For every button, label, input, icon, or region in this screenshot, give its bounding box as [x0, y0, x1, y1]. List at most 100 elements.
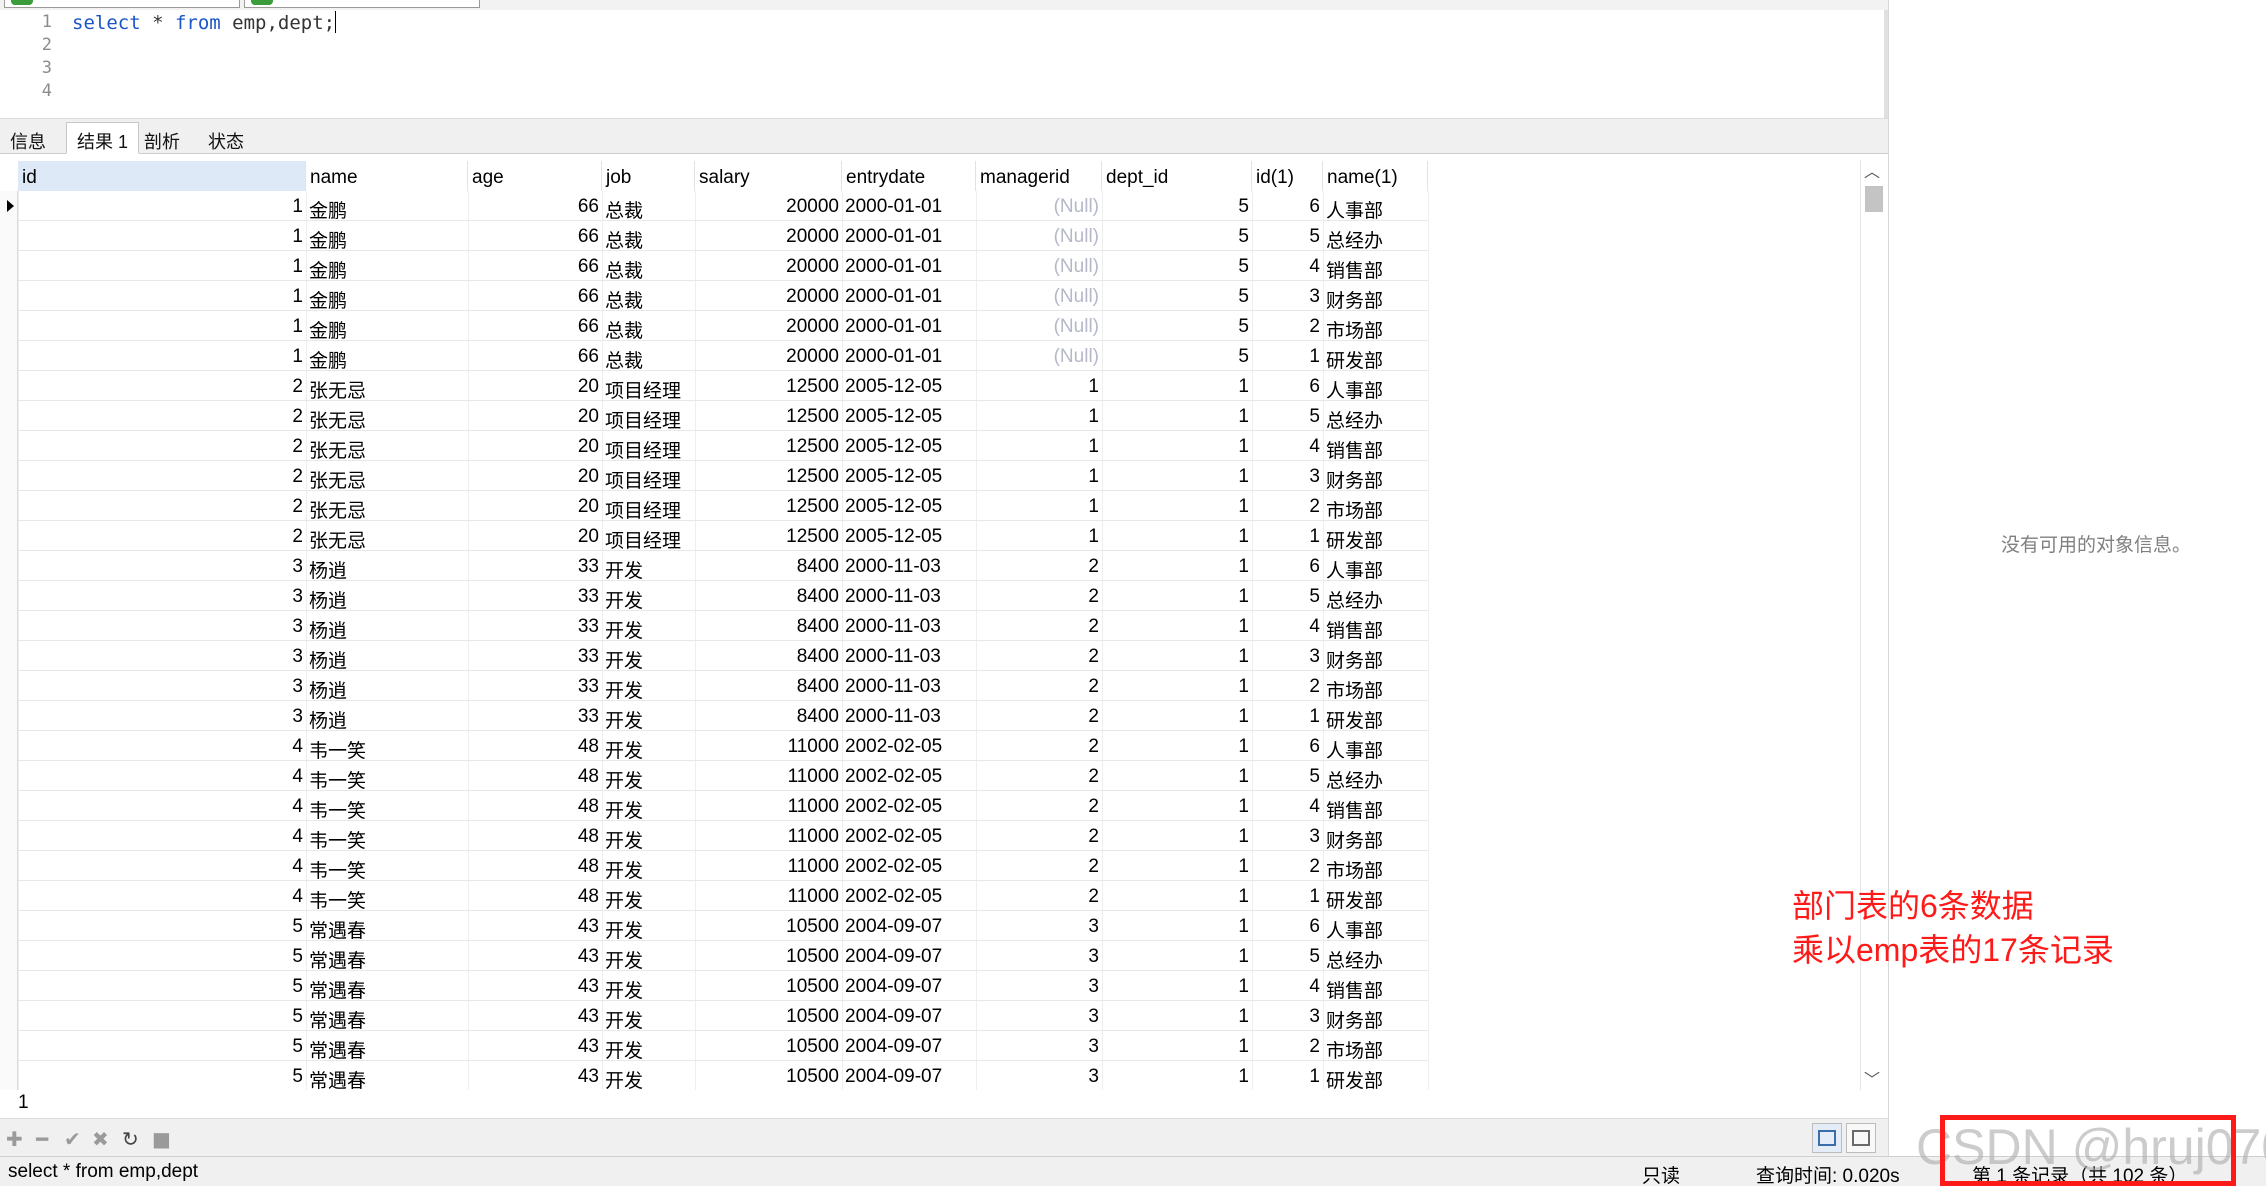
table-cell[interactable]: 开发 [602, 1061, 695, 1090]
table-cell[interactable]: 开发 [602, 1031, 695, 1061]
table-cell[interactable]: 20000 [695, 221, 842, 251]
form-view-button[interactable] [1846, 1123, 1876, 1153]
scroll-up-icon[interactable]: ︿ [1864, 158, 1880, 182]
table-cell[interactable]: 11000 [695, 821, 842, 851]
table-cell[interactable]: 1 [1102, 401, 1252, 431]
table-cell[interactable]: 销售部 [1323, 431, 1428, 461]
table-cell[interactable]: 3 [1252, 821, 1323, 851]
table-cell[interactable]: 5 [1252, 581, 1323, 611]
table-cell[interactable]: 4 [1252, 791, 1323, 821]
table-cell[interactable]: 12500 [695, 371, 842, 401]
table-cell[interactable]: 韦一笑 [306, 731, 468, 761]
table-cell[interactable]: 12500 [695, 491, 842, 521]
table-cell[interactable]: 43 [468, 1031, 602, 1061]
table-cell[interactable]: 8400 [695, 701, 842, 731]
column-header[interactable]: dept_id [1102, 161, 1252, 191]
table-cell[interactable]: 33 [468, 551, 602, 581]
table-cell[interactable]: 杨逍 [306, 581, 468, 611]
table-cell[interactable]: 总裁 [602, 191, 695, 221]
table-cell[interactable]: 总裁 [602, 251, 695, 281]
table-cell[interactable]: 2 [1252, 311, 1323, 341]
table-cell[interactable]: 66 [468, 221, 602, 251]
table-cell[interactable]: 3 [1252, 281, 1323, 311]
table-cell[interactable]: 3 [1252, 461, 1323, 491]
grid-view-button[interactable] [1812, 1123, 1842, 1153]
table-cell[interactable]: 开发 [602, 641, 695, 671]
table-cell[interactable]: 人事部 [1323, 551, 1428, 581]
table-cell[interactable]: 项目经理 [602, 431, 695, 461]
tab-2[interactable]: 剖析 [134, 123, 190, 155]
table-cell[interactable]: 项目经理 [602, 371, 695, 401]
table-cell[interactable]: 销售部 [1323, 611, 1428, 641]
table-cell[interactable]: 1 [18, 191, 306, 221]
table-cell[interactable]: 2004-09-07 [842, 971, 976, 1001]
table-cell[interactable]: 20 [468, 371, 602, 401]
table-cell[interactable]: 张无忌 [306, 461, 468, 491]
table-cell[interactable]: 开发 [602, 971, 695, 1001]
table-cell[interactable]: 人事部 [1323, 731, 1428, 761]
table-cell[interactable]: 研发部 [1323, 1061, 1428, 1090]
table-cell[interactable]: 2002-02-05 [842, 761, 976, 791]
table-cell[interactable]: 43 [468, 971, 602, 1001]
table-cell[interactable]: 2 [18, 371, 306, 401]
table-cell[interactable]: 2005-12-05 [842, 461, 976, 491]
table-cell[interactable]: 2 [18, 491, 306, 521]
table-cell[interactable]: 2000-01-01 [842, 221, 976, 251]
table-cell[interactable]: (Null) [976, 311, 1102, 341]
table-cell[interactable]: 财务部 [1323, 641, 1428, 671]
table-cell[interactable]: 48 [468, 851, 602, 881]
table-cell[interactable]: 市场部 [1323, 311, 1428, 341]
table-cell[interactable]: 2 [18, 401, 306, 431]
table-cell[interactable]: 2 [976, 611, 1102, 641]
minus-icon[interactable]: ━ [36, 1127, 48, 1151]
table-cell[interactable]: 33 [468, 641, 602, 671]
table-cell[interactable]: 张无忌 [306, 401, 468, 431]
table-cell[interactable]: 2 [18, 431, 306, 461]
table-cell[interactable]: 3 [1252, 1001, 1323, 1031]
table-cell[interactable]: 2004-09-07 [842, 1001, 976, 1031]
table-cell[interactable]: (Null) [976, 341, 1102, 371]
table-cell[interactable]: 1 [1252, 881, 1323, 911]
table-cell[interactable]: 3 [976, 1031, 1102, 1061]
table-cell[interactable]: 开发 [602, 551, 695, 581]
table-cell[interactable]: 20 [468, 401, 602, 431]
table-cell[interactable]: 2000-01-01 [842, 341, 976, 371]
table-cell[interactable]: 2000-01-01 [842, 191, 976, 221]
table-cell[interactable]: 金鹏 [306, 251, 468, 281]
table-cell[interactable]: 48 [468, 821, 602, 851]
table-cell[interactable]: 2 [976, 731, 1102, 761]
table-cell[interactable]: 1 [976, 461, 1102, 491]
table-cell[interactable]: 1 [1102, 641, 1252, 671]
table-cell[interactable]: 6 [1252, 731, 1323, 761]
table-cell[interactable]: 2 [1252, 671, 1323, 701]
table-cell[interactable]: 66 [468, 281, 602, 311]
table-cell[interactable]: 2005-12-05 [842, 491, 976, 521]
tab-3[interactable]: 状态 [198, 123, 254, 155]
table-cell[interactable]: 4 [18, 851, 306, 881]
table-cell[interactable]: 销售部 [1323, 971, 1428, 1001]
code-line[interactable]: select * from emp,dept; [72, 11, 337, 34]
table-cell[interactable]: 开发 [602, 791, 695, 821]
result-grid[interactable]: id name age job salary entrydate managerid dept… [0, 155, 1860, 1090]
column-header[interactable]: name [306, 161, 468, 191]
table-cell[interactable]: 开发 [602, 941, 695, 971]
table-cell[interactable]: 总裁 [602, 311, 695, 341]
table-cell[interactable]: 常遇春 [306, 1001, 468, 1031]
table-cell[interactable]: 开发 [602, 581, 695, 611]
table-cell[interactable]: 1 [1102, 431, 1252, 461]
table-cell[interactable]: 6 [1252, 191, 1323, 221]
column-header[interactable]: id(1) [1252, 161, 1323, 191]
table-cell[interactable]: 1 [1102, 581, 1252, 611]
table-cell[interactable]: 人事部 [1323, 191, 1428, 221]
table-cell[interactable]: 2 [1252, 851, 1323, 881]
column-header[interactable]: salary [695, 161, 842, 191]
column-header[interactable]: entrydate [842, 161, 976, 191]
table-cell[interactable]: 10500 [695, 911, 842, 941]
table-cell[interactable]: 2002-02-05 [842, 881, 976, 911]
table-cell[interactable]: 11000 [695, 851, 842, 881]
table-cell[interactable]: 市场部 [1323, 491, 1428, 521]
table-cell[interactable]: 开发 [602, 821, 695, 851]
table-cell[interactable]: 2002-02-05 [842, 791, 976, 821]
table-cell[interactable]: 20 [468, 431, 602, 461]
column-header[interactable]: name(1) [1323, 161, 1428, 191]
